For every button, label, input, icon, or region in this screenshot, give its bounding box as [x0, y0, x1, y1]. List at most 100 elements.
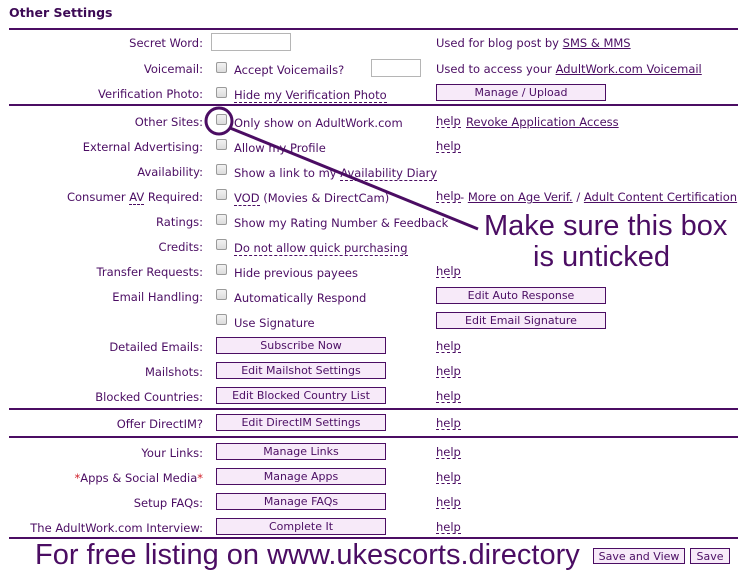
divider — [9, 408, 738, 410]
vod-abbr: VOD — [234, 191, 260, 206]
blocked-countries-label: Blocked Countries: — [95, 390, 203, 404]
vod-text: VOD (Movies & DirectCam) — [234, 191, 390, 206]
callout-text-line1: Make sure this box — [484, 210, 728, 242]
other-sites-label: Other Sites: — [134, 115, 203, 129]
vod-suffix: (Movies & DirectCam) — [259, 191, 390, 205]
hide-payees-checkbox[interactable] — [216, 264, 227, 275]
manage-faqs-button[interactable]: Manage FAQs — [216, 493, 386, 510]
revoke-application-access-link[interactable]: Revoke Application Access — [466, 115, 619, 129]
help-link[interactable]: help — [436, 446, 461, 459]
apps-social-media-text: Apps & Social Media — [80, 471, 198, 485]
save-and-view-button[interactable]: Save and View — [593, 548, 685, 564]
edit-blocked-country-list-button[interactable]: Edit Blocked Country List — [216, 387, 386, 404]
accept-voicemails-text: Accept Voicemails? — [234, 63, 345, 77]
help-link[interactable]: help — [436, 496, 461, 509]
show-rating-text: Show my Rating Number & Feedback — [234, 216, 449, 230]
help-link[interactable]: help — [436, 390, 461, 403]
availability-diary-link[interactable]: Availability Diary — [340, 166, 438, 181]
availability-label: Availability: — [137, 165, 203, 179]
age-verif-links: - More on Age Verif. / Adult Content Cer… — [460, 190, 737, 204]
help-link[interactable]: help — [436, 265, 461, 278]
secret-word-label: Secret Word: — [129, 36, 203, 50]
secret-word-note: Used for blog post by SMS & MMS — [436, 36, 631, 50]
quick-purchasing-text: Do not allow quick purchasing — [234, 241, 408, 256]
quick-purchasing-label[interactable]: Do not allow quick purchasing — [234, 241, 408, 256]
mailshots-label: Mailshots: — [144, 365, 203, 379]
save-button[interactable]: Save — [690, 548, 730, 564]
annotation-overlay — [204, 106, 479, 231]
sms-mms-link[interactable]: SMS & MMS — [563, 36, 631, 50]
divider — [9, 28, 738, 30]
only-show-on-adultwork-checkbox[interactable] — [216, 114, 227, 125]
availability-option-text: Show a link to my — [234, 166, 341, 180]
setup-faqs-label: Setup FAQs: — [133, 496, 203, 510]
allow-my-profile-checkbox[interactable] — [216, 139, 227, 150]
your-links-label: Your Links: — [141, 446, 203, 460]
hide-verification-photo-text: Hide my Verification Photo — [234, 88, 387, 103]
transfer-requests-label: Transfer Requests: — [96, 265, 203, 279]
divider — [9, 436, 738, 438]
hide-verification-photo-checkbox[interactable] — [216, 87, 227, 98]
more-on-age-verif-link[interactable]: More on Age Verif. — [468, 190, 573, 204]
quick-purchasing-checkbox[interactable] — [216, 239, 227, 250]
availability-diary-checkbox[interactable] — [216, 164, 227, 175]
help-link[interactable]: help — [436, 140, 461, 153]
callout-text-line2: is unticked — [533, 241, 671, 273]
ratings-label: Ratings: — [156, 215, 203, 229]
auto-respond-checkbox[interactable] — [216, 289, 227, 300]
section-title: Other Settings — [9, 5, 113, 20]
credits-label: Credits: — [158, 240, 203, 254]
edit-auto-response-button[interactable]: Edit Auto Response — [436, 287, 606, 304]
use-signature-text: Use Signature — [234, 316, 315, 330]
voicemail-note: Used to access your AdultWork.com Voicem… — [436, 62, 702, 76]
manage-apps-button[interactable]: Manage Apps — [216, 468, 386, 485]
availability-diary-text: Show a link to my Availability Diary — [234, 166, 438, 181]
footer-promo-text: For free listing on www.ukescorts.direct… — [35, 539, 580, 571]
hide-verification-photo-label[interactable]: Hide my Verification Photo — [234, 88, 387, 103]
use-signature-checkbox[interactable] — [216, 314, 227, 325]
adultwork-voicemail-link[interactable]: AdultWork.com Voicemail — [556, 62, 702, 76]
manage-links-button[interactable]: Manage Links — [216, 443, 386, 460]
apps-social-media-label: *Apps & Social Media* — [74, 471, 203, 485]
required-star: * — [197, 471, 203, 485]
help-link[interactable]: help — [436, 340, 461, 353]
edit-directim-settings-button[interactable]: Edit DirectIM Settings — [216, 414, 386, 431]
help-link[interactable]: help — [436, 115, 461, 128]
edit-email-signature-button[interactable]: Edit Email Signature — [436, 312, 606, 329]
manage-upload-button[interactable]: Manage / Upload — [436, 84, 606, 101]
external-advertising-label: External Advertising: — [82, 140, 203, 154]
help-link[interactable]: help — [436, 521, 461, 534]
consumer-av-label-prefix: Consumer — [66, 190, 130, 204]
secret-word-note-text: Used for blog post by — [436, 36, 563, 50]
allow-my-profile-text: Allow my Profile — [234, 141, 326, 155]
complete-it-button[interactable]: Complete It — [216, 518, 386, 535]
offer-directim-label: Offer DirectIM? — [116, 417, 203, 431]
edit-mailshot-settings-button[interactable]: Edit Mailshot Settings — [216, 362, 386, 379]
interview-label: The AdultWork.com Interview: — [30, 521, 203, 535]
voicemail-note-text: Used to access your — [436, 62, 556, 76]
only-show-on-adultwork-text: Only show on AdultWork.com — [234, 116, 403, 130]
help-link[interactable]: help — [436, 471, 461, 484]
hide-payees-text: Hide previous payees — [234, 266, 358, 280]
vod-checkbox[interactable] — [216, 189, 227, 200]
separator: - — [460, 190, 468, 204]
consumer-av-label-suffix: Required: — [144, 190, 203, 204]
accept-voicemails-checkbox[interactable] — [216, 62, 227, 73]
help-link[interactable]: help — [436, 190, 461, 203]
verification-photo-label: Verification Photo: — [98, 87, 203, 101]
show-rating-checkbox[interactable] — [216, 214, 227, 225]
consumer-av-label: Consumer AV Required: — [66, 190, 203, 205]
help-link[interactable]: help — [436, 365, 461, 378]
subscribe-now-button[interactable]: Subscribe Now — [216, 337, 386, 354]
divider — [9, 104, 738, 106]
help-link[interactable]: help — [436, 417, 461, 430]
detailed-emails-label: Detailed Emails: — [109, 340, 203, 354]
slash: / — [572, 190, 584, 204]
adult-content-certification-link[interactable]: Adult Content Certification — [584, 190, 737, 204]
email-handling-label: Email Handling: — [112, 290, 203, 304]
pin-input[interactable] — [371, 59, 421, 77]
av-abbr: AV — [129, 190, 145, 205]
auto-respond-text: Automatically Respond — [234, 291, 367, 305]
voicemail-label: Voicemail: — [143, 62, 203, 76]
secret-word-input[interactable] — [211, 33, 291, 51]
